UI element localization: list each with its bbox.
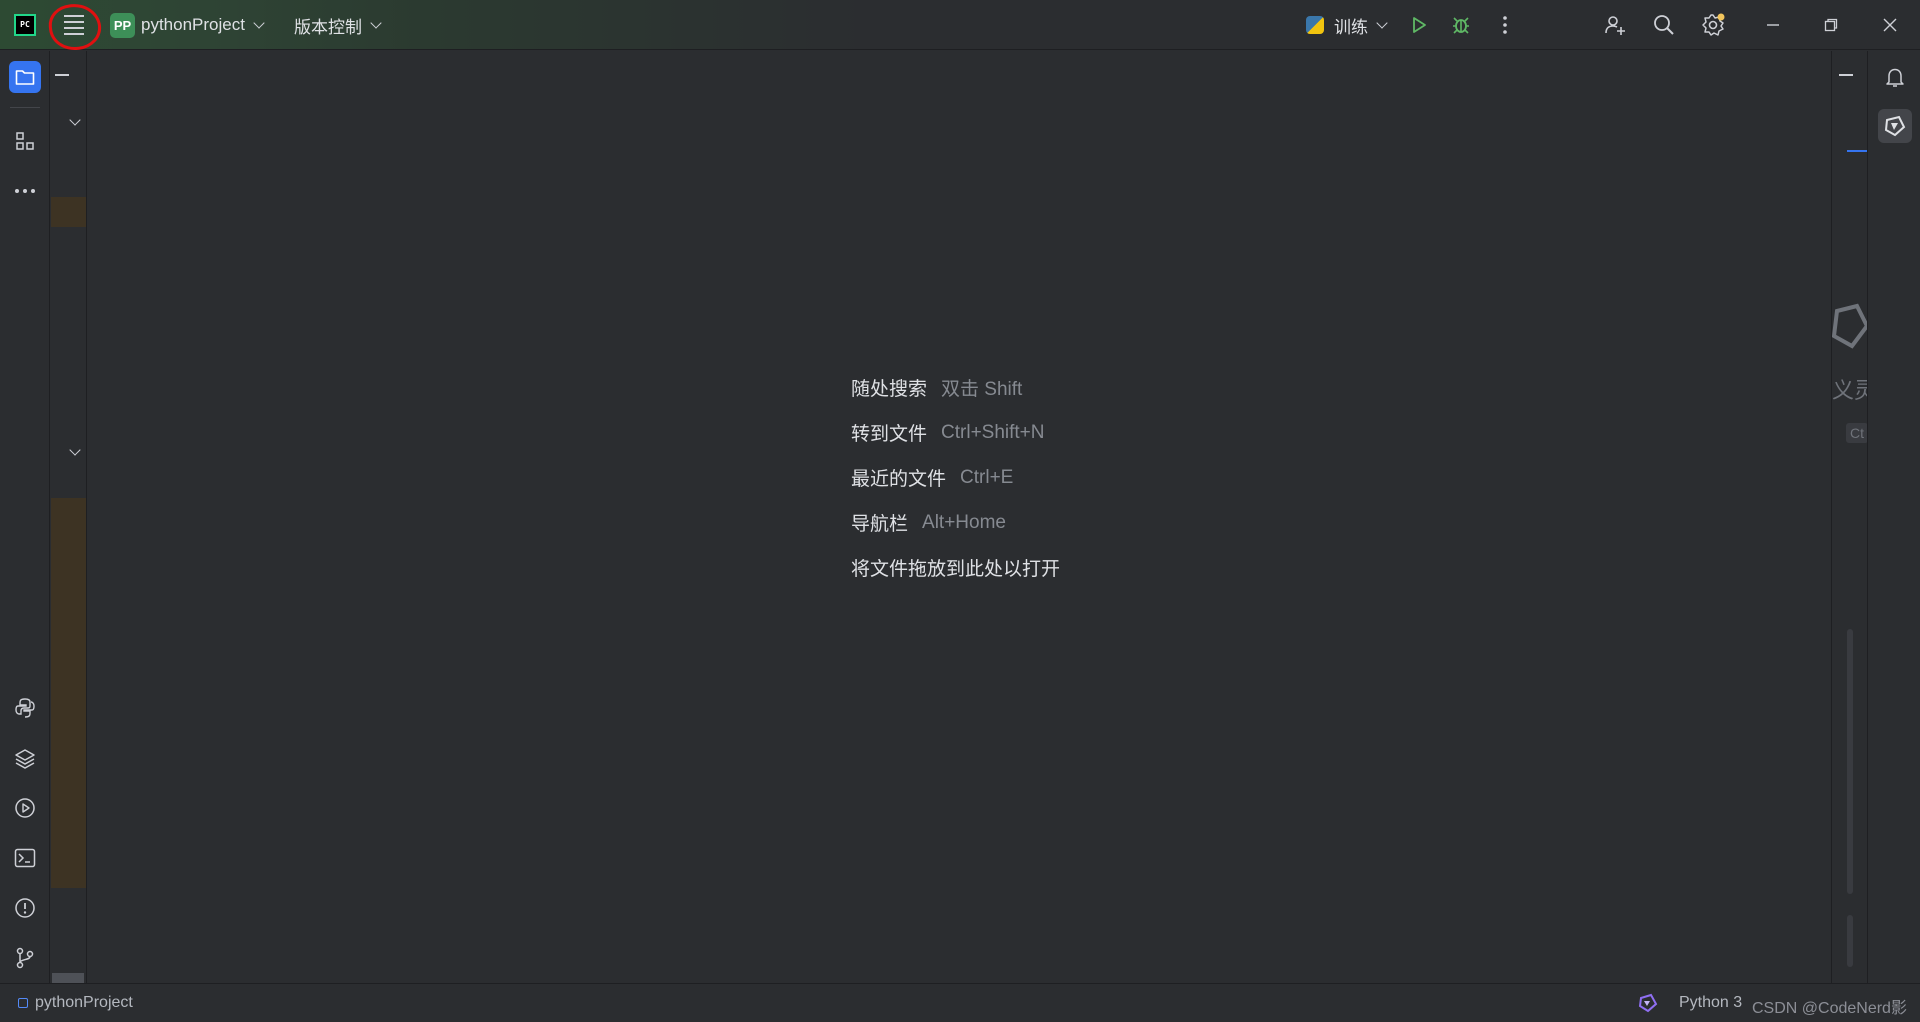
notifications-button[interactable] xyxy=(1878,60,1912,94)
hint-label: 随处搜索 xyxy=(851,379,928,400)
project-tool-button[interactable] xyxy=(9,61,41,93)
debug-button[interactable] xyxy=(1446,10,1476,40)
main-menu-button[interactable] xyxy=(52,3,96,47)
hint-label: 转到文件 xyxy=(851,424,928,445)
left-tool-strip xyxy=(0,51,50,983)
vertical-scrollbar[interactable] xyxy=(1847,915,1853,967)
layers-icon xyxy=(15,749,35,769)
tree-row-highlight xyxy=(51,197,86,227)
services-tool-button[interactable] xyxy=(9,742,41,774)
watermark-text: CSDN @CodeNerd影 xyxy=(1752,1000,1907,1017)
terminal-icon xyxy=(14,848,36,868)
project-name: pythonProject xyxy=(141,15,245,34)
run-circle-icon xyxy=(15,798,35,818)
vertical-scrollbar[interactable] xyxy=(1847,629,1853,894)
python-icon xyxy=(15,698,35,718)
chevron-down-icon[interactable] xyxy=(69,444,81,456)
bug-icon xyxy=(1453,17,1469,34)
hint-label: 最近的文件 xyxy=(851,469,947,490)
hint-shortcut: Ctrl+E xyxy=(960,466,1014,488)
python-console-button[interactable] xyxy=(9,692,41,724)
hint-search-everywhere: 随处搜索 双击 Shift xyxy=(851,365,1060,410)
hint-drop-files: 将文件拖放到此处以打开 xyxy=(851,545,1060,590)
interpreter-selector[interactable]: Python 3 xyxy=(1679,984,1742,1022)
panel-partial-shortcut: Ct xyxy=(1846,423,1867,443)
chevron-down-icon xyxy=(370,16,382,29)
breadcrumb-project[interactable]: pythonProject xyxy=(18,984,133,1022)
editor-area: 随处搜索 双击 Shift 转到文件 Ctrl+Shift+N 最近的文件 Ct… xyxy=(87,51,1831,983)
git-branch-icon xyxy=(16,947,34,969)
horizontal-scrollbar[interactable] xyxy=(52,973,84,983)
hide-panel-button[interactable] xyxy=(1839,74,1853,76)
editor-hints: 随处搜索 双击 Shift 转到文件 Ctrl+Shift+N 最近的文件 Ct… xyxy=(851,365,1060,590)
panel-partial-text: 义灵 xyxy=(1832,378,1867,403)
status-bar: pythonProject Python 3 CSDN @CodeNerd影 xyxy=(0,983,1920,1021)
hint-recent-files: 最近的文件 Ctrl+E xyxy=(851,455,1060,500)
python-file-icon xyxy=(1306,16,1324,34)
vcs-label: 版本控制 xyxy=(294,17,362,37)
chevron-down-icon xyxy=(253,16,265,29)
problems-tool-button[interactable] xyxy=(9,892,41,924)
terminal-tool-button[interactable] xyxy=(9,842,41,874)
ai-assistant-icon xyxy=(1638,993,1658,1013)
chevron-down-icon[interactable] xyxy=(69,114,81,126)
project-badge[interactable]: PP xyxy=(110,13,135,38)
settings-button[interactable] xyxy=(1698,10,1728,40)
more-horizontal-icon xyxy=(15,189,35,193)
more-vertical-icon xyxy=(1503,16,1507,34)
hint-label: 导航栏 xyxy=(851,514,909,535)
code-with-me-button[interactable] xyxy=(1600,10,1630,40)
run-button[interactable] xyxy=(1404,10,1434,40)
interpreter-label: Python 3 xyxy=(1679,994,1743,1011)
right-tool-strip xyxy=(1868,51,1920,983)
folder-icon xyxy=(15,70,35,85)
warning-circle-icon xyxy=(15,898,35,918)
add-user-icon xyxy=(1605,16,1625,35)
chevron-down-icon xyxy=(1376,16,1388,29)
ai-assistant-panel: 义灵 Ct xyxy=(1831,51,1868,983)
minimize-icon xyxy=(1767,24,1779,26)
bell-icon xyxy=(1886,68,1904,87)
run-config-name: 训练 xyxy=(1334,17,1368,37)
hint-shortcut: Alt+Home xyxy=(922,511,1006,533)
search-button[interactable] xyxy=(1649,10,1679,40)
run-tool-button[interactable] xyxy=(9,792,41,824)
structure-tool-button[interactable] xyxy=(9,125,41,157)
project-root-icon xyxy=(18,998,28,1008)
ai-assistant-logo-icon xyxy=(1832,303,1867,349)
vcs-menu[interactable]: 版本控制 xyxy=(294,0,382,50)
hint-label: 将文件拖放到此处以打开 xyxy=(851,559,1061,580)
ai-assistant-button[interactable] xyxy=(1878,109,1912,143)
active-tab-indicator xyxy=(1847,150,1867,152)
restore-icon xyxy=(1824,18,1838,32)
play-icon xyxy=(1413,17,1426,33)
more-tools-button[interactable] xyxy=(9,175,41,207)
ai-status-button[interactable] xyxy=(1638,984,1658,1022)
hint-shortcut: Ctrl+Shift+N xyxy=(941,421,1045,443)
restore-button[interactable] xyxy=(1816,10,1846,40)
breadcrumb-label: pythonProject xyxy=(35,994,133,1011)
more-actions-button[interactable] xyxy=(1490,10,1520,40)
pycharm-logo: PC xyxy=(14,14,36,36)
hide-panel-button[interactable] xyxy=(55,74,69,76)
strip-separator xyxy=(10,107,40,108)
empty-editor: 随处搜索 双击 Shift 转到文件 Ctrl+Shift+N 最近的文件 Ct… xyxy=(87,51,1831,983)
run-config-selector[interactable]: 训练 xyxy=(1306,0,1388,50)
tree-block-highlight xyxy=(51,498,86,888)
search-icon xyxy=(1654,15,1674,35)
minimize-button[interactable] xyxy=(1758,10,1788,40)
structure-icon xyxy=(16,132,34,150)
hint-go-to-file: 转到文件 Ctrl+Shift+N xyxy=(851,410,1060,455)
git-tool-button[interactable] xyxy=(9,942,41,974)
hint-navigation-bar: 导航栏 Alt+Home xyxy=(851,500,1060,545)
close-icon xyxy=(1883,18,1897,32)
project-selector[interactable]: pythonProject xyxy=(141,0,265,50)
hint-shortcut: 双击 Shift xyxy=(941,379,1023,400)
title-bar: PC PP pythonProject 版本控制 训练 xyxy=(0,0,1920,53)
close-button[interactable] xyxy=(1875,10,1905,40)
gear-icon xyxy=(1702,13,1725,36)
project-panel xyxy=(51,51,87,983)
ai-assistant-icon xyxy=(1884,115,1906,137)
